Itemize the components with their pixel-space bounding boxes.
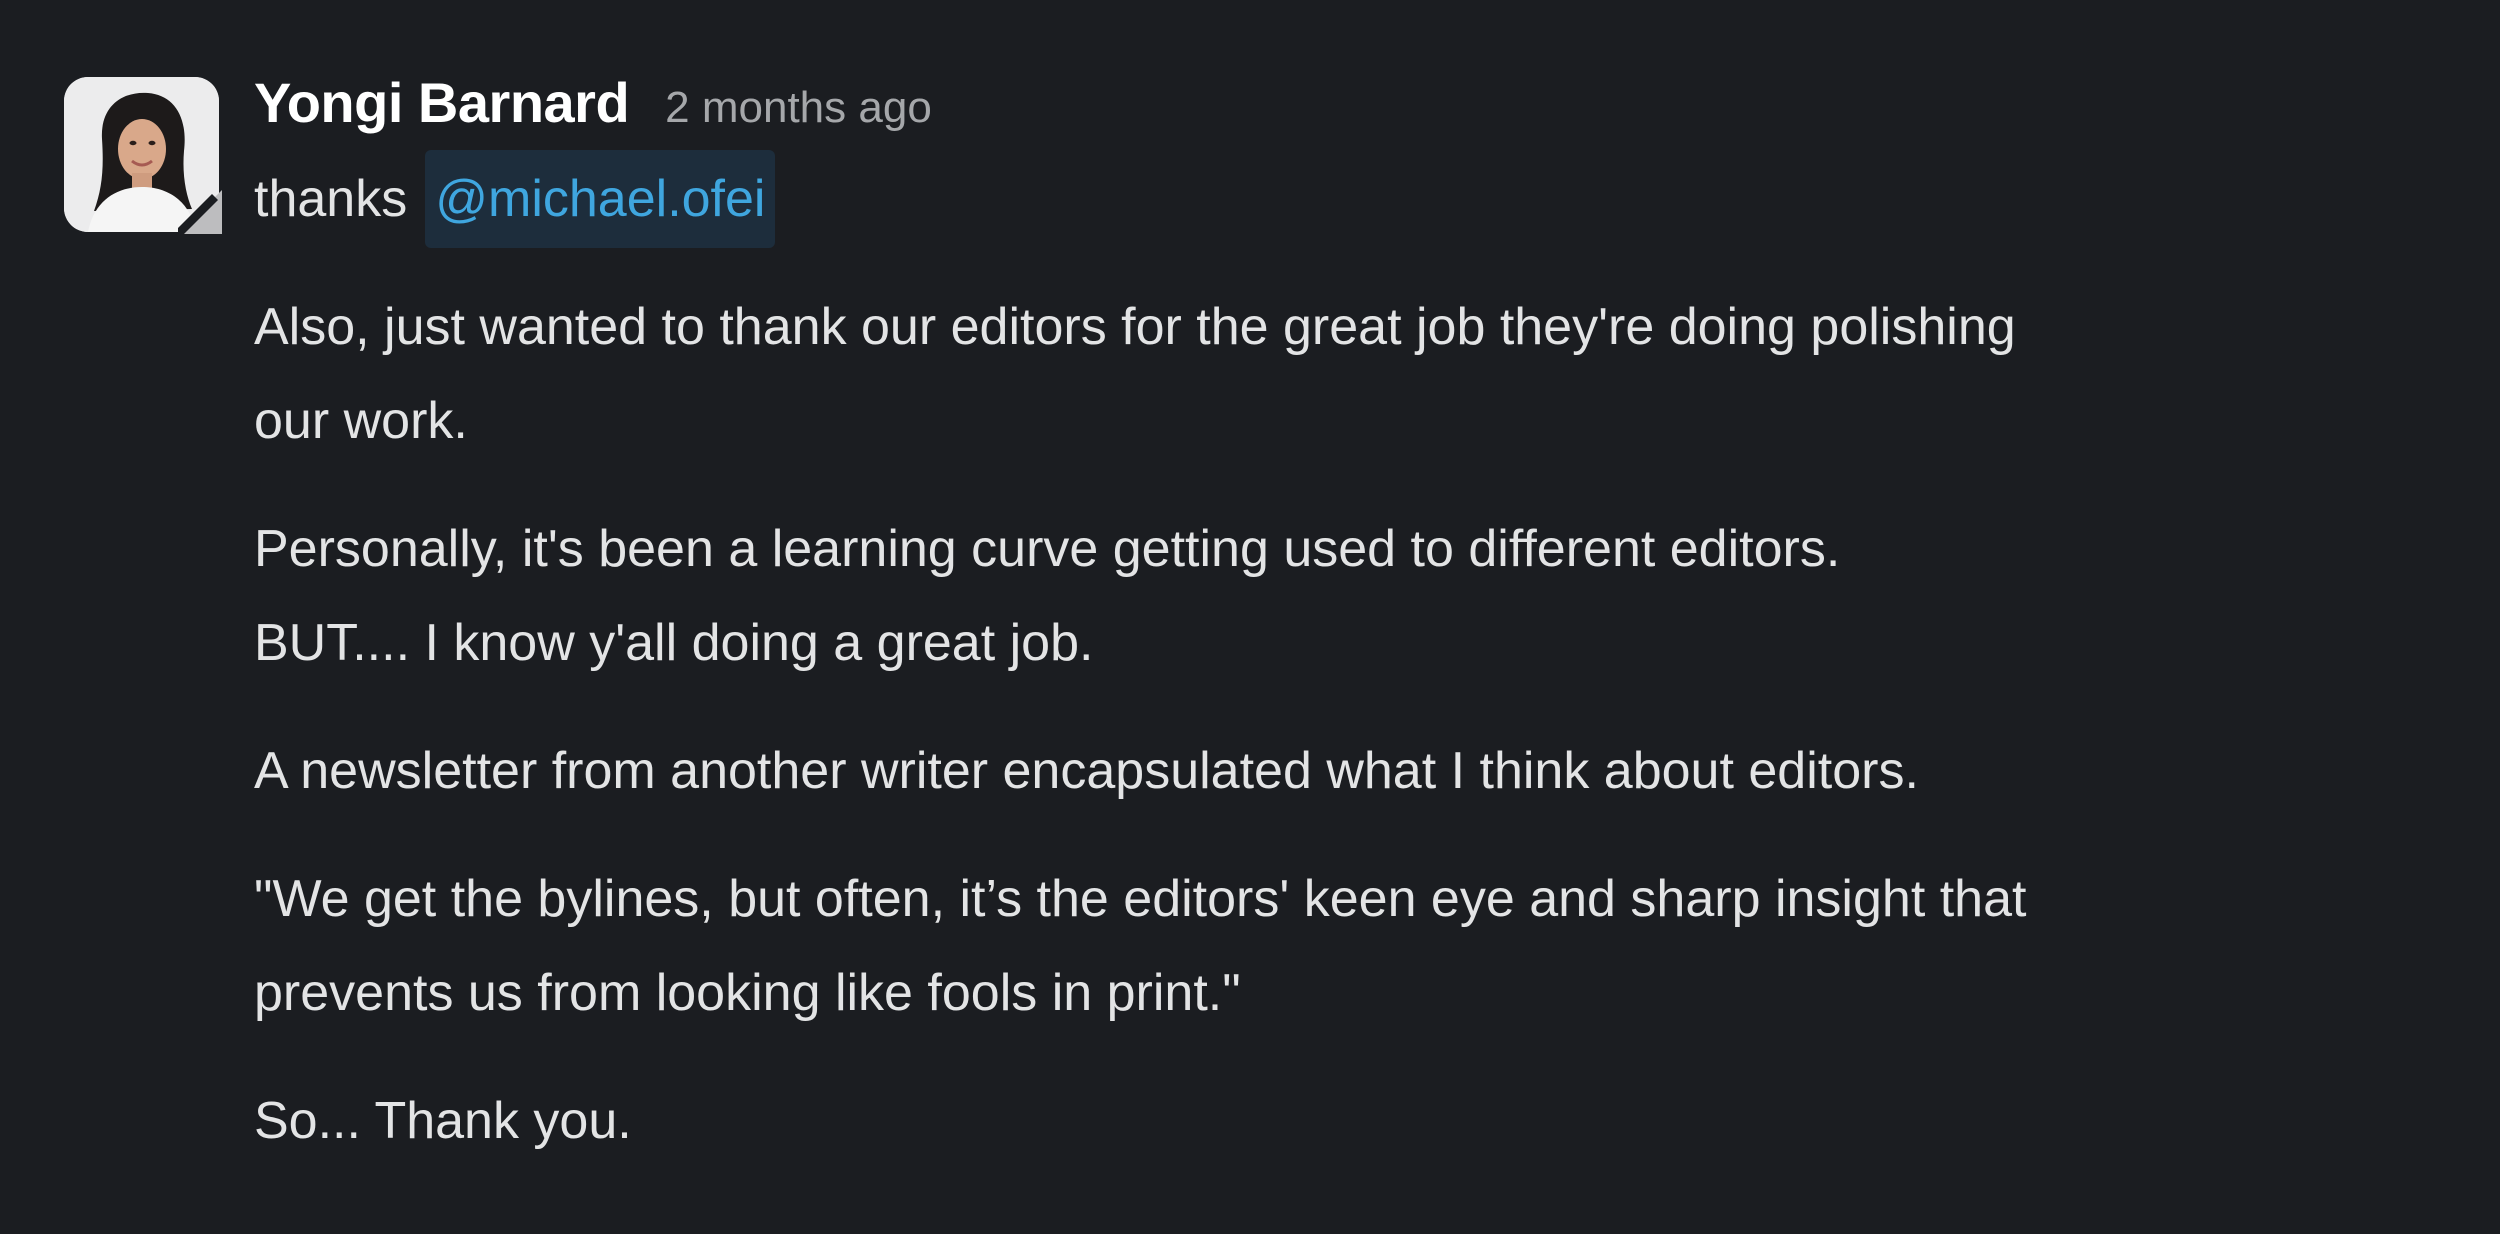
message-content: Yongi Barnard 2 months ago thanks @micha… <box>254 70 2454 1168</box>
user-mention[interactable]: @michael.ofei <box>425 150 776 248</box>
first-line-text: thanks <box>254 170 408 228</box>
paragraph-line: BUT.... I know y'all doing a great job. <box>254 614 1094 672</box>
paragraph: Personally, it's been a learning curve g… <box>254 502 2454 690</box>
message-header: Yongi Barnard 2 months ago <box>254 70 2454 140</box>
message-container: Yongi Barnard 2 months ago thanks @micha… <box>0 0 2500 1234</box>
paragraph-line: "We get the bylines, but often, it’s the… <box>254 870 2027 928</box>
paragraph-line: So... Thank you. <box>254 1092 632 1150</box>
paragraph-line: Personally, it's been a learning curve g… <box>254 520 1841 578</box>
message-first-line: thanks @michael.ofei <box>254 150 2454 248</box>
paragraph-line: our work. <box>254 392 468 450</box>
paragraph-line: A newsletter from another writer encapsu… <box>254 742 1919 800</box>
paragraph-line: Also, just wanted to thank our editors f… <box>254 298 2016 356</box>
status-corner-icon <box>178 190 222 234</box>
paragraph: A newsletter from another writer encapsu… <box>254 724 2454 818</box>
paragraph-line: prevents us from looking like fools in p… <box>254 964 1241 1022</box>
author-name[interactable]: Yongi Barnard <box>254 70 630 135</box>
paragraph: Also, just wanted to thank our editors f… <box>254 280 2454 468</box>
paragraph: So... Thank you. <box>254 1074 2454 1168</box>
paragraph: "We get the bylines, but often, it’s the… <box>254 852 2454 1040</box>
message-timestamp[interactable]: 2 months ago <box>665 83 932 133</box>
